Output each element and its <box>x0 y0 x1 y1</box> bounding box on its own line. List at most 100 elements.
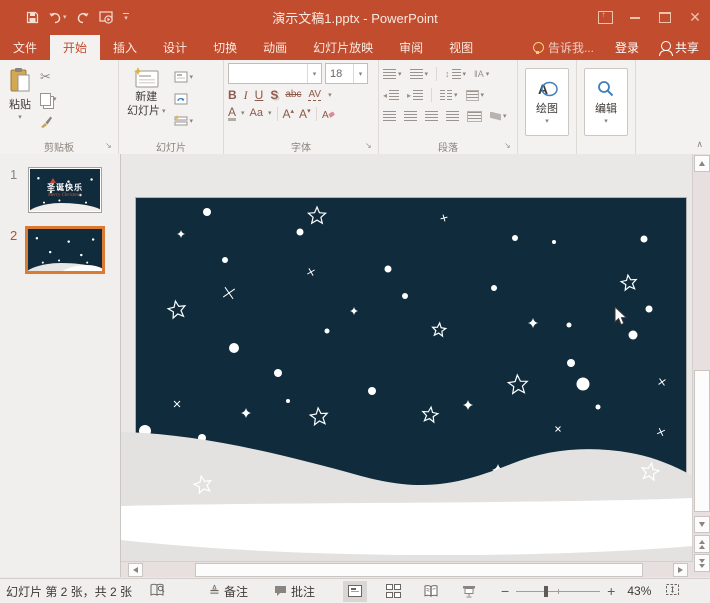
comments-toggle[interactable]: 批注 <box>274 583 315 600</box>
accessibility-check-icon[interactable] <box>150 583 165 599</box>
tell-me-box[interactable]: 告诉我... <box>523 35 604 60</box>
increase-font-size-button[interactable]: A▴ <box>283 108 295 120</box>
new-slide-button[interactable]: 新建 幻灯片▾ <box>123 63 170 138</box>
clipboard-dialog-launcher[interactable]: ↘ <box>105 141 115 151</box>
normal-view-button[interactable] <box>343 581 367 602</box>
zoom-slider-thumb[interactable] <box>544 586 548 597</box>
notes-toggle[interactable]: ≜ 备注 <box>209 583 248 600</box>
italic-button[interactable]: I <box>244 89 248 101</box>
scissors-icon: ✂ <box>40 69 51 85</box>
paste-button[interactable]: 粘贴 ▾ <box>4 63 36 138</box>
sign-in-button[interactable]: 登录 <box>604 35 650 60</box>
slide-sorter-view-button[interactable] <box>381 581 405 602</box>
vertical-scrollbar[interactable] <box>692 154 710 577</box>
minimize-button[interactable] <box>620 0 650 35</box>
copy-button[interactable]: ▾ <box>40 91 57 107</box>
slide1-thumbnail[interactable]: 圣诞快乐 Merry Christmas <box>28 167 102 213</box>
horizontal-scroll-thumb[interactable] <box>195 563 643 577</box>
fit-slide-to-window-button[interactable] <box>665 583 680 599</box>
tab-transitions[interactable]: 切换 <box>200 35 250 60</box>
collapse-ribbon-icon[interactable]: ∧ <box>696 139 703 150</box>
slideshow-icon <box>462 585 476 598</box>
save-icon[interactable] <box>26 11 39 24</box>
scroll-down-button[interactable] <box>694 516 710 533</box>
slide2-thumbnail-selected[interactable] <box>25 226 105 274</box>
text-shadow-button[interactable]: S <box>270 89 278 101</box>
scroll-left-button[interactable] <box>128 563 143 577</box>
customize-qat-icon[interactable]: ▾ <box>123 13 129 22</box>
cut-button[interactable]: ✂ <box>40 69 57 85</box>
add-remove-columns-button[interactable] <box>467 108 482 124</box>
next-slide-button[interactable] <box>694 554 710 572</box>
change-case-dropdown-icon[interactable]: ▾ <box>268 110 272 117</box>
maximize-button[interactable] <box>650 0 680 35</box>
tab-review[interactable]: 审阅 <box>386 35 436 60</box>
align-center-button[interactable] <box>404 108 417 124</box>
share-label: 共享 <box>675 39 699 56</box>
bold-button[interactable]: B <box>228 89 237 101</box>
section-button[interactable]: ▾ <box>174 113 194 129</box>
numbering-button[interactable]: ▾ <box>410 66 429 82</box>
layout-icon <box>174 71 188 83</box>
reading-view-button[interactable] <box>419 581 443 602</box>
tab-home[interactable]: 开始 <box>50 35 100 60</box>
drawing-button[interactable]: A 绘图 ▾ <box>525 68 569 136</box>
slideshow-view-button[interactable] <box>457 581 481 602</box>
bullets-button[interactable]: ▾ <box>383 66 402 82</box>
underline-button[interactable]: U <box>255 89 264 101</box>
close-button[interactable]: ✕ <box>680 0 710 35</box>
reset-slide-button[interactable] <box>174 91 194 107</box>
zoom-level[interactable]: 43% <box>627 584 651 598</box>
vertical-scroll-thumb[interactable] <box>694 370 710 512</box>
paste-dropdown-icon[interactable]: ▾ <box>18 114 22 121</box>
start-slideshow-button[interactable] <box>99 11 114 24</box>
align-text-button[interactable]: ▾ <box>466 87 485 103</box>
character-spacing-dropdown-icon[interactable]: ▾ <box>328 92 332 99</box>
tab-slideshow[interactable]: 幻灯片放映 <box>300 35 386 60</box>
font-name-combo[interactable]: ▾ <box>228 63 322 84</box>
align-left-button[interactable] <box>383 108 396 124</box>
columns-button[interactable]: ▾ <box>440 87 458 103</box>
scroll-right-button[interactable] <box>673 563 688 577</box>
change-case-button[interactable]: Aa <box>250 108 263 119</box>
format-painter-button[interactable] <box>40 113 57 129</box>
tab-view[interactable]: 视图 <box>436 35 486 60</box>
tab-animations[interactable]: 动画 <box>250 35 300 60</box>
font-size-combo[interactable]: 18 ▾ <box>325 63 368 84</box>
editing-button[interactable]: 编辑 ▾ <box>584 68 628 136</box>
zoom-slider[interactable] <box>516 591 600 592</box>
strikethrough-button[interactable]: abc <box>285 90 301 100</box>
font-color-button[interactable]: A <box>228 106 236 121</box>
font-color-dropdown-icon[interactable]: ▾ <box>241 110 245 117</box>
ribbon-display-options-button[interactable] <box>590 0 620 35</box>
undo-dropdown-icon[interactable]: ▾ <box>63 14 67 21</box>
align-right-button[interactable] <box>425 108 438 124</box>
layout-button[interactable]: ▾ <box>174 69 194 85</box>
undo-button[interactable]: ▾ <box>48 12 67 24</box>
scroll-up-button[interactable] <box>694 155 710 172</box>
tab-file[interactable]: 文件 <box>0 35 50 60</box>
font-name-dropdown-icon[interactable]: ▾ <box>307 64 321 83</box>
character-spacing-button[interactable]: AV <box>308 90 321 101</box>
magnifier-icon <box>596 80 616 98</box>
decrease-font-size-button[interactable]: A▾ <box>299 108 311 120</box>
tab-insert[interactable]: 插入 <box>100 35 150 60</box>
zoom-in-button[interactable]: + <box>607 583 615 599</box>
font-dialog-launcher[interactable]: ↘ <box>365 141 375 151</box>
paragraph-dialog-launcher[interactable]: ↘ <box>504 141 514 151</box>
redo-button[interactable] <box>76 12 90 24</box>
font-size-dropdown-icon[interactable]: ▾ <box>353 64 367 83</box>
previous-slide-button[interactable] <box>694 535 710 553</box>
decrease-indent-button[interactable]: ◂ <box>383 87 399 103</box>
tab-design[interactable]: 设计 <box>150 35 200 60</box>
horizontal-scrollbar[interactable] <box>121 561 693 577</box>
line-spacing-button[interactable]: ↕▾ <box>445 66 466 82</box>
text-direction-button[interactable]: ‖A▾ <box>474 66 489 82</box>
zoom-out-button[interactable]: − <box>501 583 509 599</box>
editing-area[interactable] <box>121 154 710 577</box>
justify-button[interactable] <box>446 108 459 124</box>
increase-indent-button[interactable]: ▸ <box>407 87 423 103</box>
smartart-convert-button[interactable]: ▾ <box>490 108 507 124</box>
share-button[interactable]: 共享 <box>650 35 710 60</box>
clear-formatting-icon[interactable]: A <box>322 108 335 120</box>
